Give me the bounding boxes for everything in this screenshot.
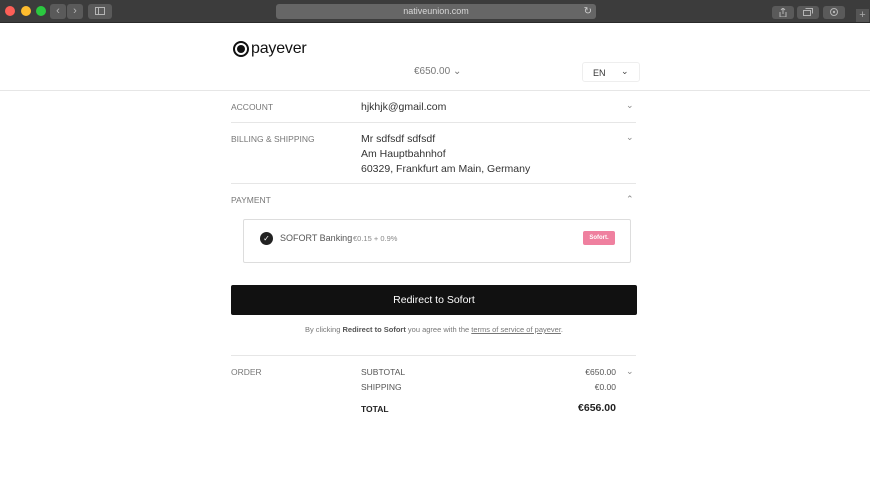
payment-collapse-icon[interactable]: ⌃ [626, 194, 634, 205]
chevron-left-icon: ‹ [56, 5, 60, 17]
extension-button[interactable] [823, 6, 845, 19]
zoom-window-button[interactable] [36, 6, 46, 16]
account-label: ACCOUNT [231, 102, 274, 112]
chevron-down-icon: ⌄ [452, 66, 462, 77]
address-bar[interactable]: nativeunion.com ↻ [276, 4, 596, 19]
checkout-header [0, 24, 870, 91]
order-label: ORDER [231, 367, 262, 377]
tabs-icon [803, 8, 813, 16]
extension-icon [830, 8, 838, 16]
share-button[interactable] [772, 6, 794, 19]
terms-prefix: By clicking [304, 325, 343, 334]
sidebar-toggle-button[interactable] [88, 4, 112, 19]
billing-city: 60329, Frankfurt am Main, Germany [361, 163, 531, 175]
forward-button[interactable]: › [67, 4, 83, 19]
language-code: EN [593, 68, 606, 78]
share-icon [779, 7, 787, 18]
shipping-label: SHIPPING [361, 382, 402, 392]
total-label: TOTAL [361, 404, 389, 414]
plus-icon: + [859, 9, 866, 21]
payment-method-name: SOFORT Banking [280, 233, 353, 243]
sofort-logo: Sofort. [583, 231, 615, 245]
redirect-button[interactable]: Redirect to Sofort [231, 285, 637, 315]
subtotal-label: SUBTOTAL [361, 367, 406, 377]
divider [231, 122, 636, 123]
minimize-window-button[interactable] [21, 6, 31, 16]
language-select[interactable]: EN ⌄ [582, 62, 640, 82]
terms-notice: By clicking Redirect to Sofort you agree… [231, 325, 637, 334]
billing-street: Am Hauptbahnhof [361, 148, 446, 160]
amount-value: €650.00 [414, 66, 451, 77]
close-window-button[interactable] [5, 6, 15, 16]
checkmark-icon: ✓ [260, 232, 273, 245]
divider [231, 355, 636, 356]
terms-bold: Redirect to Sofort [342, 325, 406, 334]
amount-dropdown[interactable]: €650.00 ⌄ [414, 66, 461, 77]
chevron-down-icon: ⌄ [621, 66, 629, 76]
shipping-value: €0.00 [594, 382, 616, 392]
payment-method-fee: €0.15 + 0.9% [353, 234, 398, 243]
back-button[interactable]: ‹ [50, 4, 66, 19]
chevron-right-icon: › [73, 5, 77, 17]
terms-suffix: . [560, 325, 564, 334]
browser-toolbar: ‹ › nativeunion.com ↻ + [0, 0, 870, 23]
payment-method-option[interactable]: ✓ SOFORT Banking €0.15 + 0.9% Sofort. [243, 219, 631, 263]
brand-name: payever [251, 40, 307, 57]
show-tabs-button[interactable] [797, 6, 819, 19]
reload-icon[interactable]: ↻ [584, 4, 592, 19]
new-tab-button[interactable]: + [856, 9, 869, 22]
order-expand-icon[interactable]: ⌄ [626, 366, 634, 377]
billing-label: BILLING & SHIPPING [231, 134, 315, 144]
account-expand-icon[interactable]: ⌄ [626, 100, 634, 111]
divider [231, 183, 636, 184]
billing-name: Mr sdfsdf sdfsdf [361, 133, 436, 145]
url-text: nativeunion.com [403, 6, 469, 16]
payever-logo-icon [233, 41, 249, 57]
sidebar-icon [95, 7, 105, 15]
terms-link[interactable]: terms of service of payever [471, 325, 561, 334]
payment-label: PAYMENT [231, 195, 271, 205]
account-email: hjkhjk@gmail.com [361, 101, 447, 113]
subtotal-value: €650.00 [585, 367, 616, 377]
terms-middle: you agree with the [405, 325, 472, 334]
payever-logo: payever [233, 39, 307, 59]
billing-expand-icon[interactable]: ⌄ [626, 132, 634, 143]
total-value: €656.00 [578, 402, 616, 414]
